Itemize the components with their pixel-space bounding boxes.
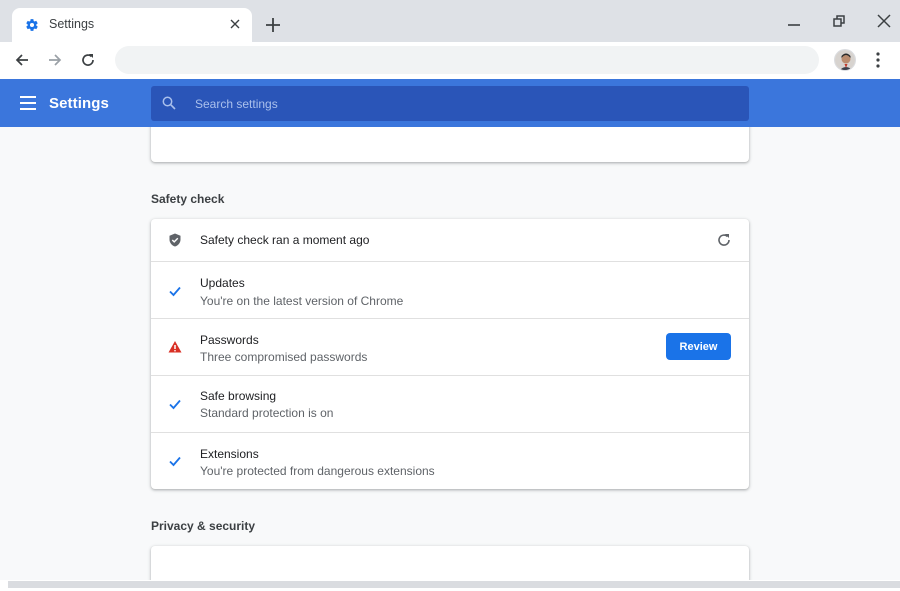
back-arrow-icon[interactable] (13, 51, 31, 69)
tab-strip: Settings (0, 0, 900, 42)
safety-check-status-row: Safety check ran a moment ago (151, 219, 749, 261)
refresh-icon[interactable] (716, 232, 732, 248)
avatar-picture (835, 50, 855, 70)
safety-item-passwords: Passwords Three compromised passwords Re… (151, 318, 749, 375)
browser-toolbar (0, 42, 900, 78)
restore-icon[interactable] (830, 12, 848, 30)
plus-icon[interactable] (264, 16, 282, 34)
previous-section-card (151, 127, 749, 162)
safety-item-title: Updates (200, 276, 245, 290)
search-icon (162, 96, 176, 110)
safety-item-title: Passwords (200, 333, 259, 347)
safety-item-updates: Updates You're on the latest version of … (151, 261, 749, 318)
checkmark-icon (169, 286, 181, 297)
warning-icon (168, 341, 182, 353)
safety-item-subtitle: You're protected from dangerous extensio… (200, 464, 435, 478)
shield-check-icon (169, 233, 181, 247)
close-icon[interactable] (875, 12, 893, 30)
safety-item-safe-browsing: Safe browsing Standard protection is on (151, 375, 749, 432)
tab-settings[interactable]: Settings (12, 8, 252, 42)
tab-close-icon[interactable] (228, 17, 242, 31)
more-vert-icon[interactable] (870, 51, 886, 69)
settings-header: Settings (0, 79, 900, 127)
search-input[interactable] (195, 86, 735, 121)
privacy-security-card (151, 546, 749, 580)
privacy-security-heading: Privacy & security (151, 519, 256, 533)
page-title: Settings (49, 95, 109, 112)
safety-item-subtitle: Three compromised passwords (200, 350, 368, 364)
settings-gear-icon (26, 19, 38, 31)
safety-item-subtitle: Standard protection is on (200, 406, 334, 420)
hamburger-menu-icon[interactable] (20, 96, 36, 110)
horizontal-scrollbar[interactable] (0, 580, 900, 591)
safety-item-subtitle: You're on the latest version of Chrome (200, 294, 404, 308)
minimize-icon[interactable] (785, 12, 803, 30)
forward-arrow-icon[interactable] (46, 51, 64, 69)
safety-item-extensions: Extensions You're protected from dangero… (151, 432, 749, 489)
tab-title: Settings (49, 17, 95, 31)
scrollbar-thumb[interactable] (8, 581, 900, 588)
address-bar[interactable] (115, 46, 819, 74)
safety-check-status: Safety check ran a moment ago (200, 233, 370, 247)
reload-icon[interactable] (79, 51, 97, 69)
checkmark-icon (169, 399, 181, 410)
settings-content: Safety check Safety check ran a moment a… (0, 127, 900, 580)
safety-item-title: Extensions (200, 447, 259, 461)
safety-check-card: Safety check ran a moment ago Updates Yo… (151, 219, 749, 489)
review-button[interactable]: Review (666, 333, 731, 360)
avatar[interactable] (834, 49, 856, 71)
safety-item-title: Safe browsing (200, 389, 277, 403)
safety-check-heading: Safety check (151, 192, 225, 206)
checkmark-icon (169, 456, 181, 467)
settings-search[interactable] (151, 86, 749, 121)
